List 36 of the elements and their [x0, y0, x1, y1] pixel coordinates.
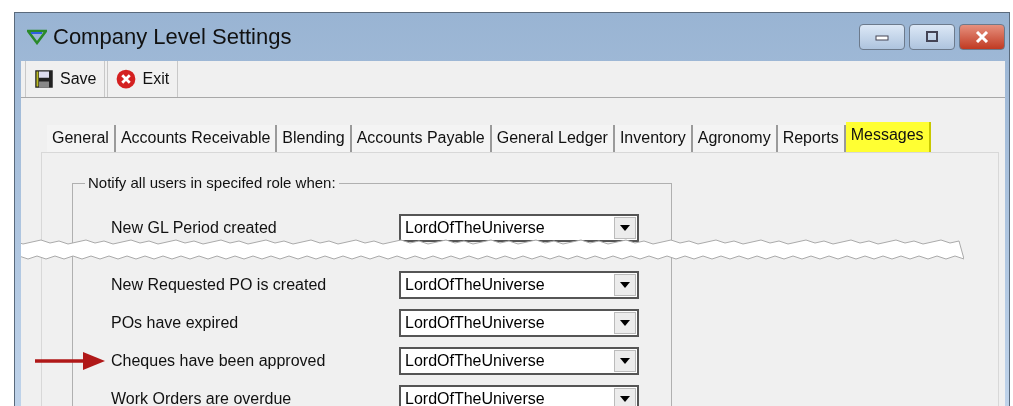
tab[interactable]: Accounts Payable — [351, 125, 492, 152]
setting-label: POs have expired — [111, 314, 240, 332]
tab[interactable]: General Ledger — [491, 125, 615, 152]
exit-button[interactable]: Exit — [107, 61, 179, 97]
group-title: Notify all users in specifed role when: — [85, 174, 339, 191]
tab[interactable]: Agronomy — [692, 125, 778, 152]
tab[interactable]: Messages — [845, 122, 931, 152]
caret-icon — [620, 320, 630, 326]
close-icon — [974, 31, 990, 43]
setting-label: Cheques have been approved — [111, 352, 327, 370]
tab[interactable]: Blending — [277, 125, 352, 152]
role-dropdown[interactable]: LordOfTheUniverse — [399, 385, 639, 406]
minimize-icon — [874, 32, 890, 42]
role-dropdown[interactable]: LordOfTheUniverse — [399, 347, 639, 375]
caret-icon — [620, 358, 630, 364]
setting-label: New GL Period created — [111, 219, 278, 237]
triangle-icon — [27, 29, 47, 45]
tab[interactable]: Accounts Receivable — [115, 125, 278, 152]
close-button[interactable] — [959, 24, 1005, 50]
caret-icon — [620, 225, 630, 231]
role-dropdown[interactable]: LordOfTheUniverse — [399, 309, 639, 337]
maximize-button[interactable] — [909, 24, 955, 50]
role-dropdown[interactable]: LordOfTheUniverse — [399, 271, 639, 299]
caret-icon — [620, 396, 630, 402]
window-title: Company Level Settings — [53, 24, 292, 50]
role-dropdown[interactable]: LordOfTheUniverse — [399, 214, 639, 242]
tab[interactable]: Inventory — [614, 125, 693, 152]
minimize-button[interactable] — [859, 24, 905, 50]
save-button[interactable]: Save — [25, 61, 106, 97]
setting-label: New Requested PO is created — [111, 276, 328, 294]
tab[interactable]: Reports — [777, 125, 846, 152]
setting-label: Work Orders are overdue — [111, 390, 293, 406]
caret-icon — [620, 282, 630, 288]
close-circle-icon — [116, 69, 137, 89]
tab[interactable]: General — [47, 125, 116, 152]
maximize-icon — [924, 31, 940, 43]
